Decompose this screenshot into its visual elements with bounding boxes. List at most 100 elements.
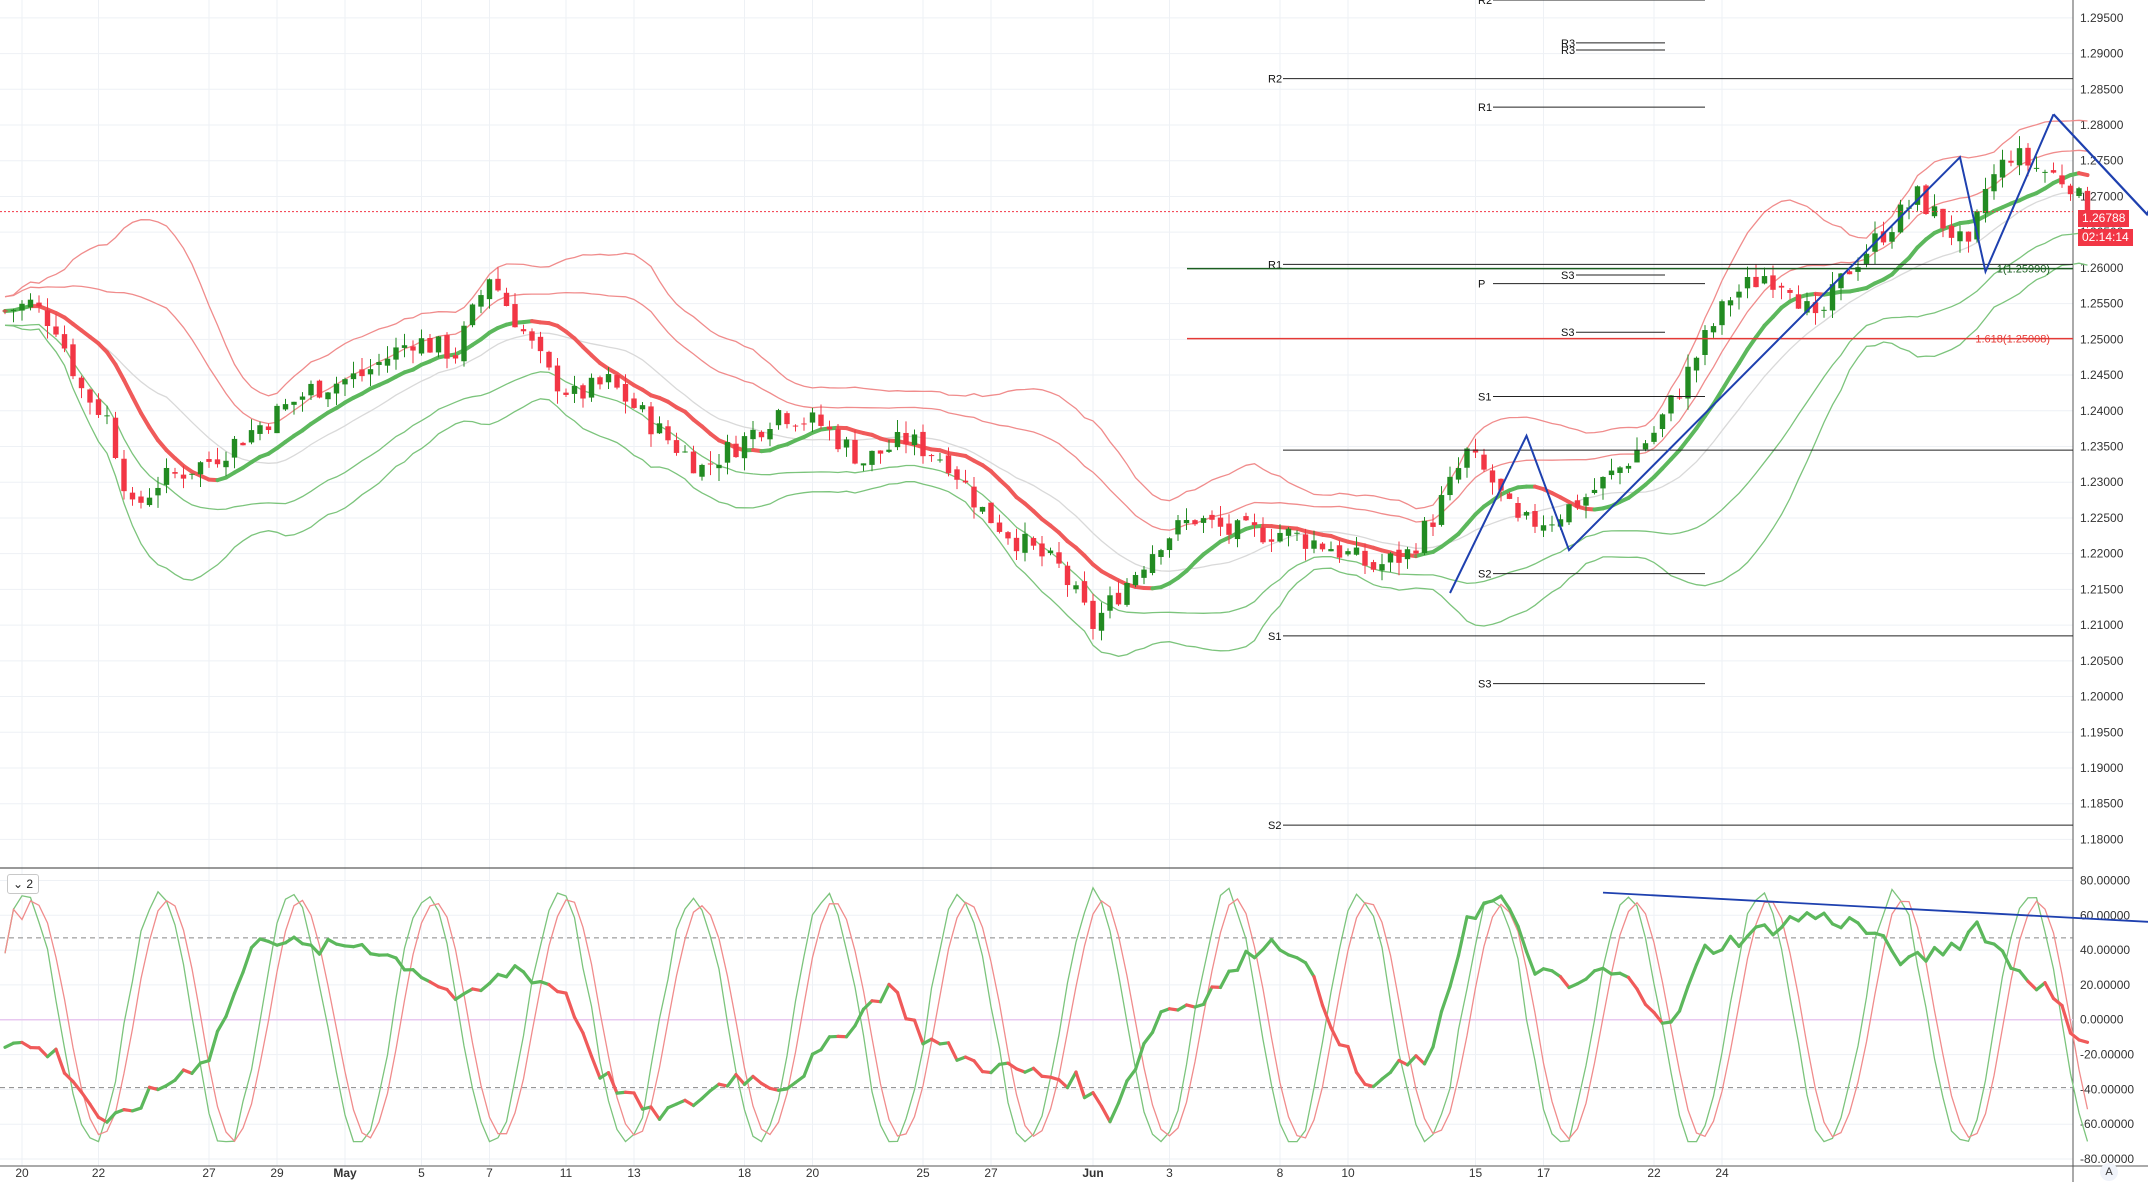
price-axis-tick-label: 1.21500 — [2080, 582, 2124, 596]
candle-body — [444, 335, 450, 359]
momentum-line-segment — [657, 1106, 670, 1121]
momentum-line-segment — [54, 1047, 67, 1075]
momentum-line-segment — [173, 1068, 186, 1082]
momentum-line-segment — [2034, 981, 2047, 992]
momentum-line-segment — [394, 956, 407, 972]
candle-body — [716, 464, 722, 469]
candle-body — [903, 432, 909, 445]
candle-body — [809, 412, 816, 423]
candle-body — [1005, 532, 1011, 539]
momentum-line-segment — [725, 1073, 738, 1088]
candle-body — [784, 413, 790, 425]
candle-body — [588, 377, 595, 398]
candle-body — [750, 429, 756, 440]
candle-body — [495, 278, 501, 291]
candle-body — [214, 459, 221, 465]
momentum-line-segment — [1125, 1067, 1138, 1083]
candle-body — [1098, 612, 1105, 631]
oscillator-axis-tick-label: -60.00000 — [2080, 1117, 2134, 1131]
candle-body — [1948, 225, 1955, 238]
time-axis-tick-label: 27 — [984, 1166, 998, 1180]
pivot-level-label: R1 — [1268, 259, 1282, 271]
candle-body — [1515, 503, 1521, 518]
time-axis-tick-label: 22 — [1647, 1166, 1661, 1180]
bar-countdown-badge: 02:14:14 — [2078, 229, 2133, 246]
momentum-line-segment — [1686, 962, 1699, 989]
candle-body — [376, 362, 382, 365]
candle-body — [1132, 575, 1139, 586]
candle-body — [512, 304, 518, 328]
fibonacci-level-label: 1(1.25990) — [1997, 264, 2050, 276]
momentum-line-segment — [742, 1074, 755, 1086]
candle-body — [1506, 493, 1513, 499]
momentum-line-segment — [1371, 1077, 1384, 1089]
indicator-collapse-button[interactable]: ⌄ 2 — [7, 874, 40, 894]
price-axis-tick-label: 1.23000 — [2080, 475, 2124, 489]
candle-body — [1464, 448, 1470, 468]
candle-body — [401, 345, 408, 348]
chart-canvas[interactable]: 1.295001.290001.285001.280001.275001.270… — [0, 0, 2148, 1182]
auto-scale-button[interactable]: A — [2100, 1163, 2118, 1181]
candle-body — [1081, 581, 1088, 603]
candle-body — [622, 383, 629, 402]
candle-body — [767, 429, 773, 440]
candle-body — [1617, 467, 1623, 473]
candle-body — [146, 497, 153, 506]
momentum-line-segment — [1354, 1070, 1367, 1086]
candle-body — [656, 423, 663, 434]
pivot-level-label: R2 — [1268, 74, 1282, 86]
candle-body — [835, 429, 841, 450]
candle-body — [2025, 147, 2031, 166]
momentum-line-segment — [1703, 943, 1716, 955]
candle-body — [1523, 512, 1530, 516]
candle-body — [690, 451, 697, 474]
momentum-line-segment — [802, 1052, 815, 1078]
time-axis-tick-label: 10 — [1341, 1166, 1355, 1180]
candle-body — [1115, 592, 1122, 605]
candle-body — [1124, 583, 1130, 605]
candle-body — [1328, 549, 1334, 552]
candle-body — [1438, 495, 1445, 525]
candle-body — [733, 443, 739, 458]
candle-body — [597, 377, 603, 385]
candle-body — [1064, 565, 1071, 586]
time-axis-tick-label: 20 — [806, 1166, 820, 1180]
candle-body — [988, 502, 994, 524]
candle-body — [240, 442, 246, 446]
time-axis-tick-label: 7 — [486, 1166, 493, 1180]
oscillator-axis-tick-label: 40.00000 — [2080, 943, 2130, 957]
moving-average-segment — [105, 350, 118, 367]
candle-body — [1863, 253, 1870, 264]
candle-body — [503, 292, 510, 306]
candle-body — [350, 373, 357, 380]
candle-body — [78, 377, 85, 389]
candle-body — [920, 431, 926, 457]
momentum-line-segment — [62, 1071, 75, 1084]
lower-envelope-line — [4, 262, 2088, 657]
candle-body — [724, 442, 731, 463]
momentum-line-segment — [819, 1035, 832, 1052]
time-axis-tick-label: 5 — [418, 1166, 425, 1180]
momentum-line-segment — [249, 937, 262, 950]
candle-body — [44, 310, 51, 327]
candle-body — [1574, 500, 1581, 508]
candle-body — [427, 337, 433, 353]
momentum-line-segment — [1839, 916, 1852, 930]
candle-body — [2008, 160, 2014, 163]
candle-body — [274, 405, 280, 434]
candle-body — [1379, 564, 1385, 571]
momentum-line-segment — [589, 1054, 602, 1080]
moving-average-segment — [1737, 347, 1750, 366]
candle-body — [1821, 309, 1827, 311]
candle-body — [1421, 520, 1428, 554]
candle-body — [1311, 540, 1317, 549]
candle-body — [1659, 414, 1666, 430]
momentum-line-segment — [1312, 975, 1325, 1007]
momentum-line-segment — [1065, 1070, 1078, 1090]
stoch-k-line — [4, 886, 2089, 1143]
candle-body — [1166, 538, 1173, 551]
candle-body — [1370, 562, 1377, 570]
momentum-line-segment — [1439, 985, 1452, 1014]
time-axis-tick-label: 11 — [560, 1166, 573, 1180]
oscillator-axis-tick-label: 0.00000 — [2080, 1013, 2124, 1027]
